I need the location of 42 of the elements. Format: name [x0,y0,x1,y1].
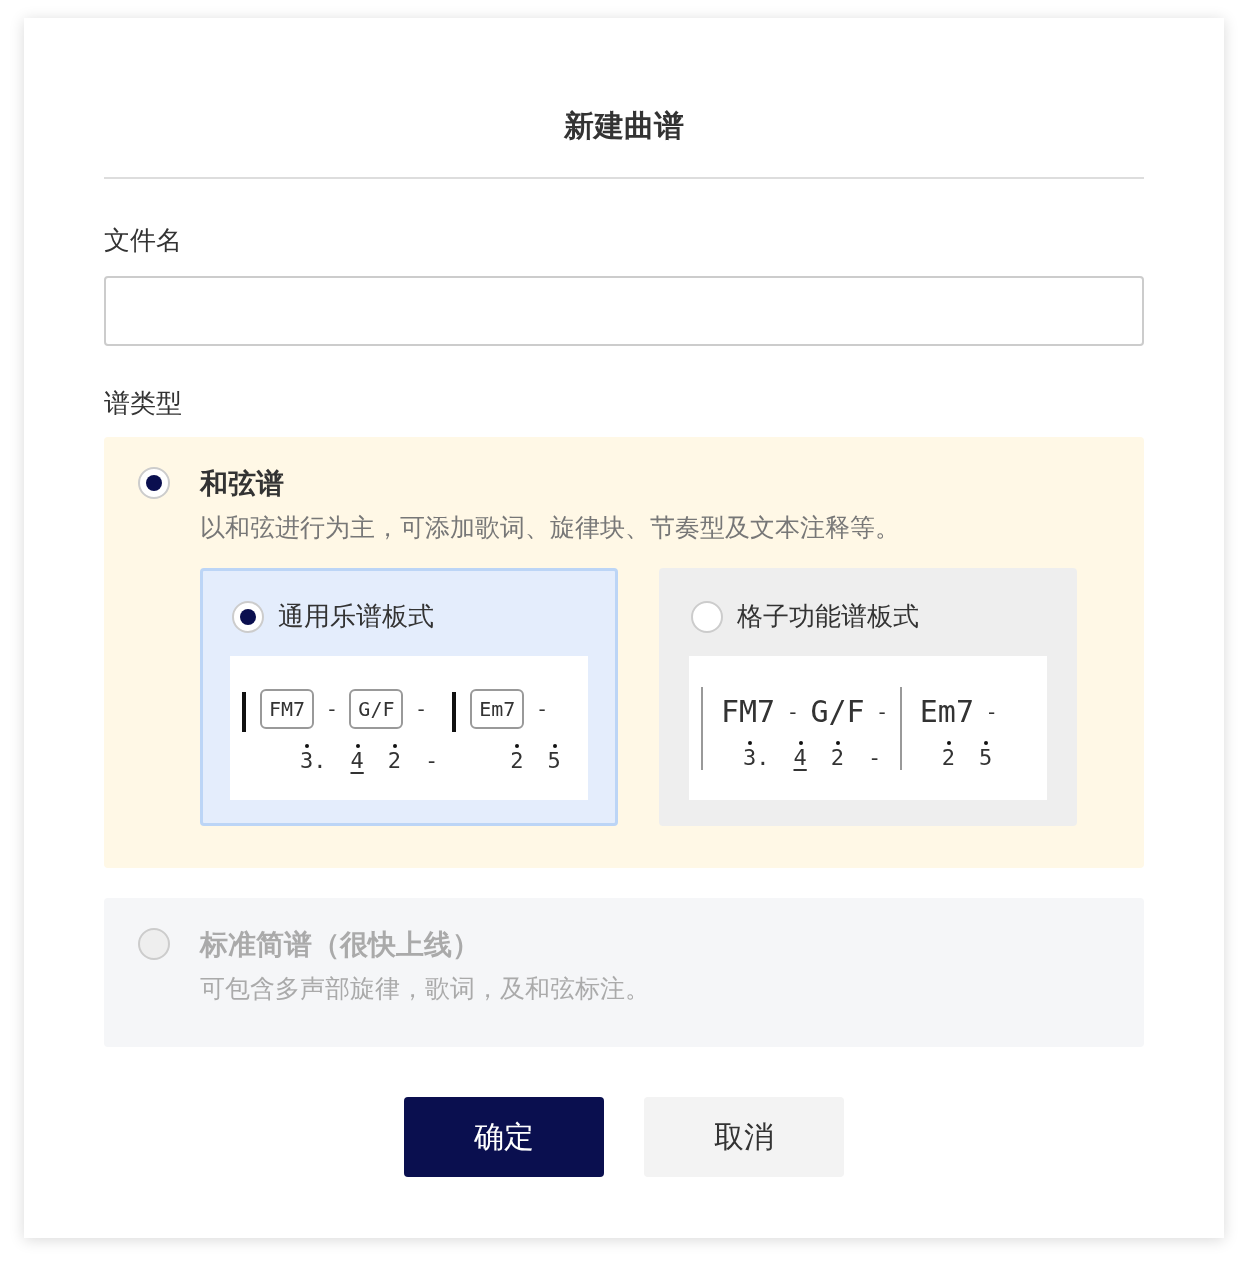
option-title: 标准简谱（很快上线） [200,928,481,962]
confirm-button[interactable]: 确定 [404,1097,604,1177]
dash: - [328,696,336,721]
note: 5 [979,744,993,770]
chord-symbol: FM7 [721,694,776,729]
field-label: 谱类型 [104,387,183,420]
chord-symbol: Em7 [470,688,525,729]
chord-symbol: G/F [349,688,404,729]
dash: - [417,696,425,721]
note: 3. [743,744,770,770]
radio-button[interactable] [138,467,170,499]
dash: - [878,699,886,724]
layout-card[interactable]: 通用乐谱板式 FM7 - G/F - 3. 4 2 - Em7 - 2 5 [200,568,618,826]
dialog-title: 新建曲谱 [104,18,1144,179]
chord-symbol: Em7 [919,694,974,729]
option-card[interactable]: 和弦谱 以和弦进行为主，可添加歌词、旋律块、节奏型及文本注释等。 通用乐谱板式 FM7 - G/F - 3. 4 2 - Em7 - 2 5 格子功能谱板式 FM7 - G/F - 3. 4 2 - Em7 - 2 5 [104,437,1144,868]
chord-symbol: FM7 [260,688,315,729]
note: - [868,744,882,770]
note: 2 [387,747,401,773]
radio-button[interactable] [232,600,264,633]
input-field[interactable] [104,276,1144,346]
note: 4 [350,747,364,773]
field-label: 文件名 [104,224,183,257]
cancel-button[interactable]: 取消 [644,1097,844,1177]
note: 3. [300,747,327,773]
option-title: 和弦谱 [200,467,285,501]
layout-label: 格子功能谱板式 [737,600,919,633]
dash: - [789,699,797,724]
dash: - [988,699,996,724]
layout-card[interactable]: 格子功能谱板式 FM7 - G/F - 3. 4 2 - Em7 - 2 5 [659,568,1077,826]
dash: - [538,696,546,721]
note: - [425,747,439,773]
note: 2 [941,744,956,770]
option-description: 以和弦进行为主，可添加歌词、旋律块、节奏型及文本注释等。 [200,512,901,544]
radio-button[interactable] [691,600,723,633]
layout-label: 通用乐谱板式 [278,600,434,633]
note: 5 [547,747,561,773]
option-description: 可包含多声部旋律，歌词，及和弦标注。 [200,973,651,1005]
chord-symbol: G/F [810,694,865,729]
note: 2 [510,747,524,773]
note: 4 [793,744,807,770]
note: 2 [830,744,844,770]
